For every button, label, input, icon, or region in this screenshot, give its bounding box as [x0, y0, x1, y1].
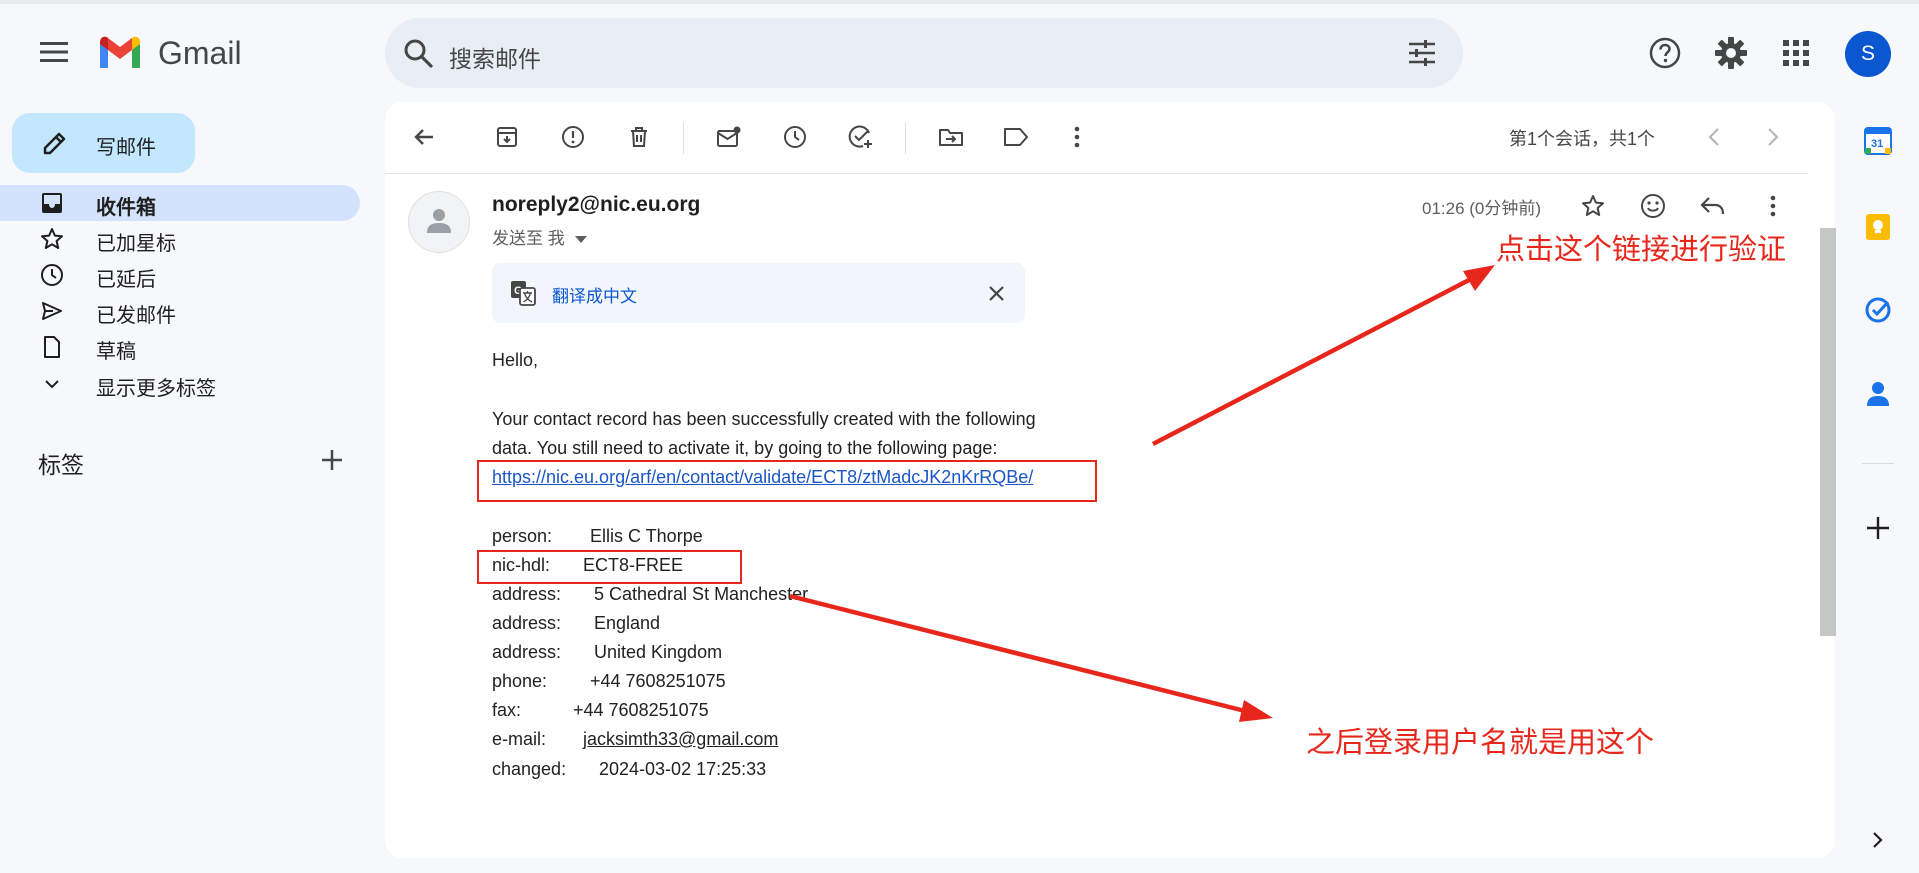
arrow-head [1463, 265, 1495, 291]
scrollbar-thumb[interactable] [1820, 228, 1836, 636]
arrow-line [789, 593, 1246, 714]
contacts-app-icon[interactable] [1865, 380, 1891, 408]
show-side-panel-button[interactable] [1858, 820, 1898, 860]
annotation-username: 之后登录用户名就是用这个 [1306, 727, 1655, 759]
calendar-app-icon[interactable]: 31 [1864, 127, 1892, 155]
keep-app-icon[interactable] [1865, 213, 1891, 241]
get-addons-button[interactable] [1858, 508, 1898, 548]
arrow-head [1239, 700, 1273, 722]
side-panel-divider [1862, 463, 1894, 464]
annotation-click-link: 点击这个链接进行验证 [1496, 234, 1787, 266]
tasks-app-icon[interactable] [1864, 296, 1892, 324]
arrow-line [1151, 278, 1471, 446]
svg-text:31: 31 [1871, 138, 1883, 150]
plus-icon [1867, 517, 1889, 539]
chevron-right-icon [1873, 832, 1883, 848]
